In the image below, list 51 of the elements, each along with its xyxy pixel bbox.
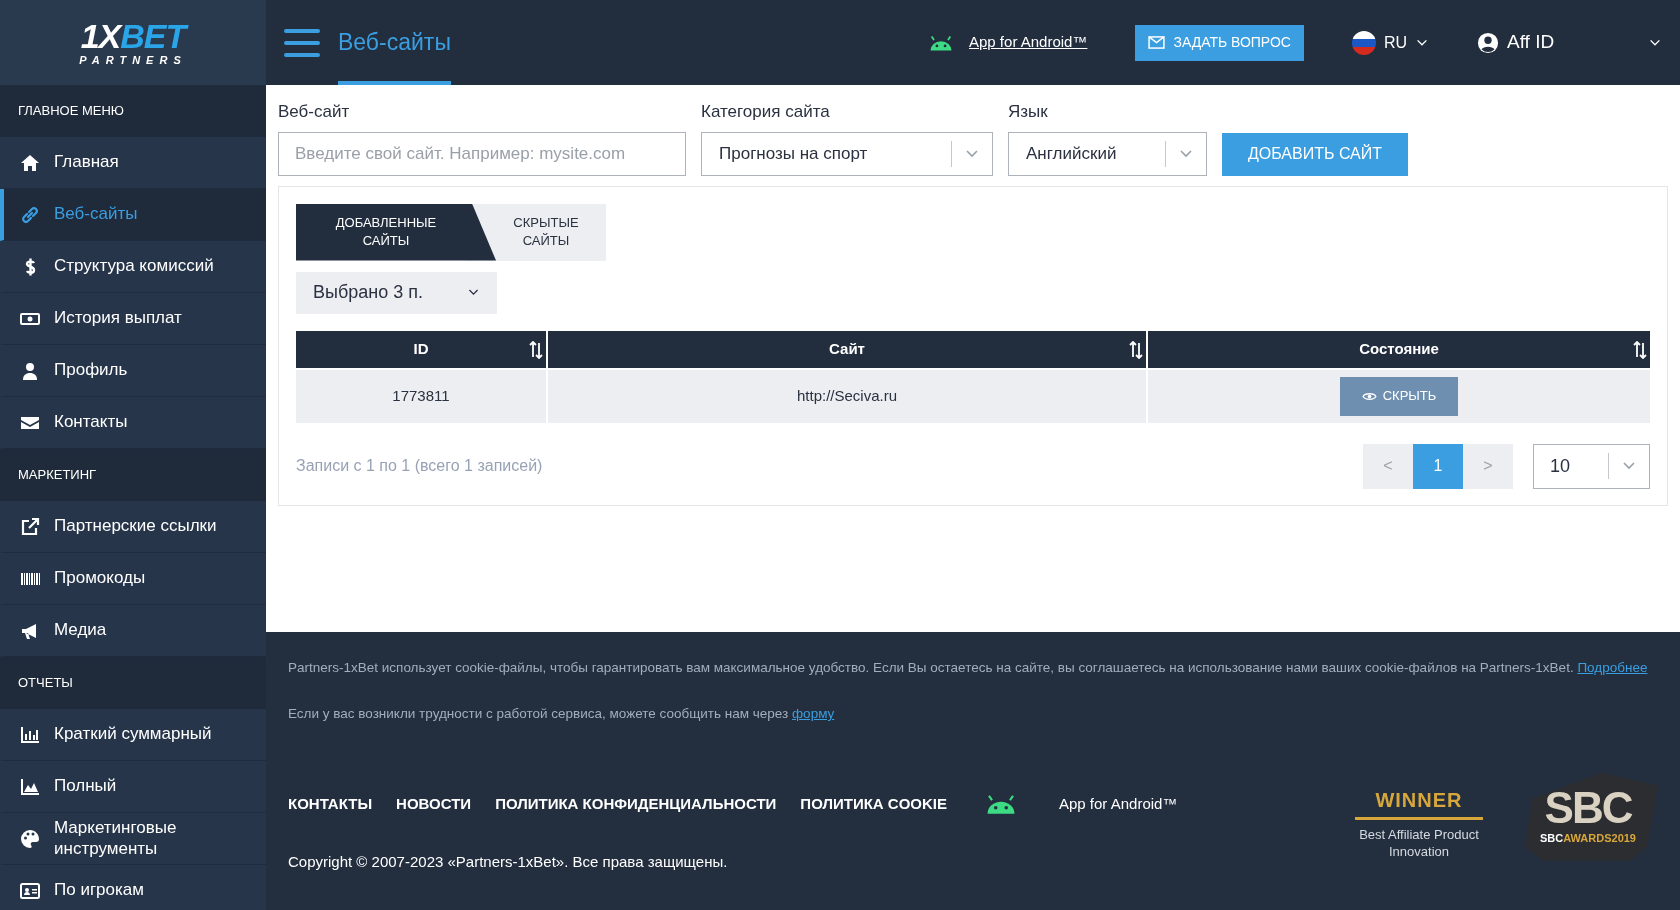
columns-select[interactable]: Выбрано 3 п. [296,271,497,314]
footer-link[interactable]: ПОЛИТИКА КОНФИДЕНЦИАЛЬНОСТИ [495,792,777,815]
external-link-icon [20,516,40,537]
app-link[interactable]: App for Android™ [969,31,1088,54]
palette-icon [20,828,40,849]
form-link[interactable]: форму [792,706,835,722]
select-field[interactable]: Английский [1008,131,1207,176]
copyright: Copyright © 2007-2023 «Partners-1xBet». Все права защищены. [288,852,729,872]
tab[interactable]: ДОБАВЛЕННЫЕ САЙТЫ [296,203,496,261]
page-size-select[interactable]: 10 [1533,443,1650,489]
footer-link[interactable]: КОНТАКТЫ [288,792,373,815]
column-header[interactable]: ID [296,330,546,368]
cookie-notice: Partners-1xBet использует cookie-файлы, чтобы гарантировать вам максимальное удобство. Если Вы остаетесь на сайте, вы соглашаетесь на использование нами ваших cookie-файлов на Partners-1xBet. Подробнее [288,659,1649,677]
field-label: Веб-сайт [278,101,351,123]
column-header[interactable]: Состояние [1148,330,1650,368]
table-cell: http://Seciva.ru [548,369,1146,423]
menu-section-title: ОТЧЕТЫ [0,657,266,709]
select-field[interactable]: Прогнозы на спорт [701,131,993,176]
area-chart-icon [20,776,40,797]
eye-icon [1361,390,1377,402]
menu-icon[interactable] [284,28,320,57]
id-card-icon [20,880,40,901]
user-avatar-icon [1477,31,1499,54]
award-title: WINNER [1355,784,1483,820]
footer-link[interactable]: НОВОСТИ [396,792,472,815]
home-icon [20,152,40,173]
link-icon [20,204,40,225]
sort-icon[interactable] [1129,340,1143,359]
award-text: Best Affiliate Product Innovation [1358,825,1480,861]
table-cell: 1773811 [296,369,546,423]
more-link[interactable]: Подробнее [1577,660,1648,675]
column-header[interactable]: Сайт [548,330,1146,368]
language-selector[interactable]: RU [1351,30,1429,55]
records-info: Записи с 1 по 1 (всего 1 записей) [296,456,544,476]
sort-icon[interactable] [1633,340,1647,359]
sidebar-item[interactable]: Маркетинговые инструменты [0,813,266,865]
sort-icon[interactable] [529,340,543,359]
support-notice: Если у вас возникли трудности с работой сервиса, можете сообщить нам через форму [288,705,836,724]
sidebar-item[interactable]: Веб-сайты [0,189,266,241]
logo[interactable]: 1XBET PARTNERS [0,0,266,85]
user-icon [20,360,40,381]
menu-section-title: МАРКЕТИНГ [0,449,266,501]
footer-link[interactable]: ПОЛИТИКА COOKIE [800,792,947,815]
russian-flag-icon [1351,30,1376,55]
user-menu[interactable]: Aff ID [1477,28,1662,57]
envelope-icon [1148,36,1166,49]
menu-section-title: ГЛАВНОЕ МЕНЮ [0,85,266,137]
field-label: Категория сайта [701,101,831,123]
bar-chart-icon [20,724,40,745]
field-label: Язык [1008,101,1049,123]
app-link[interactable]: App for Android™ [1059,792,1178,815]
